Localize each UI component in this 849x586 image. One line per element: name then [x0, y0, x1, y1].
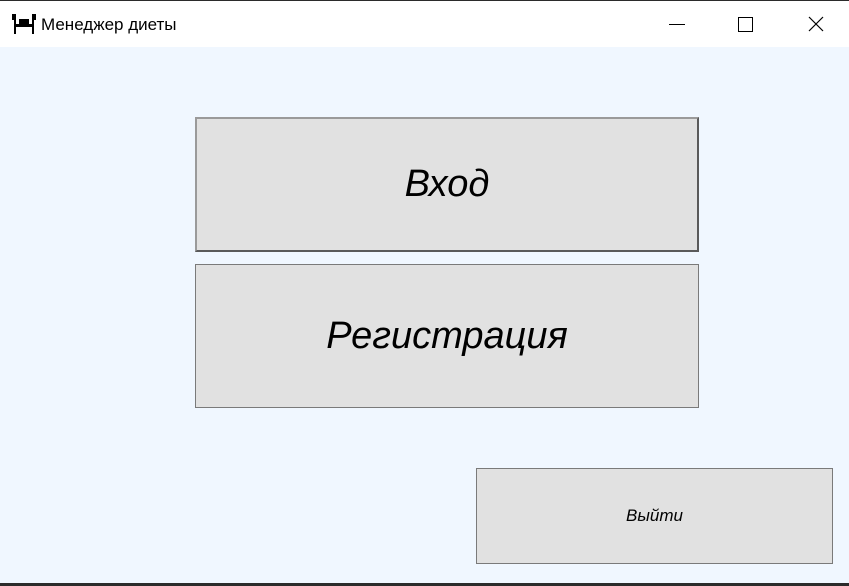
login-button[interactable]: Вход — [195, 117, 699, 252]
minimize-icon — [669, 24, 685, 25]
login-button-label: Вход — [404, 163, 490, 205]
app-window: Менеджер диеты Вход Регистрация Выйти — [0, 0, 849, 586]
close-button[interactable] — [780, 1, 849, 47]
maximize-button[interactable] — [710, 1, 780, 47]
register-button[interactable]: Регистрация — [195, 264, 699, 408]
title-bar[interactable]: Менеджер диеты — [0, 1, 849, 47]
client-area: Вход Регистрация Выйти — [0, 47, 849, 583]
dining-table-icon — [12, 13, 36, 35]
exit-button-label: Выйти — [626, 506, 683, 525]
close-icon — [808, 16, 824, 32]
maximize-icon — [738, 17, 753, 32]
register-button-label: Регистрация — [326, 314, 568, 357]
exit-button[interactable]: Выйти — [476, 468, 833, 564]
window-title: Менеджер диеты — [41, 15, 177, 34]
minimize-button[interactable] — [642, 1, 712, 47]
